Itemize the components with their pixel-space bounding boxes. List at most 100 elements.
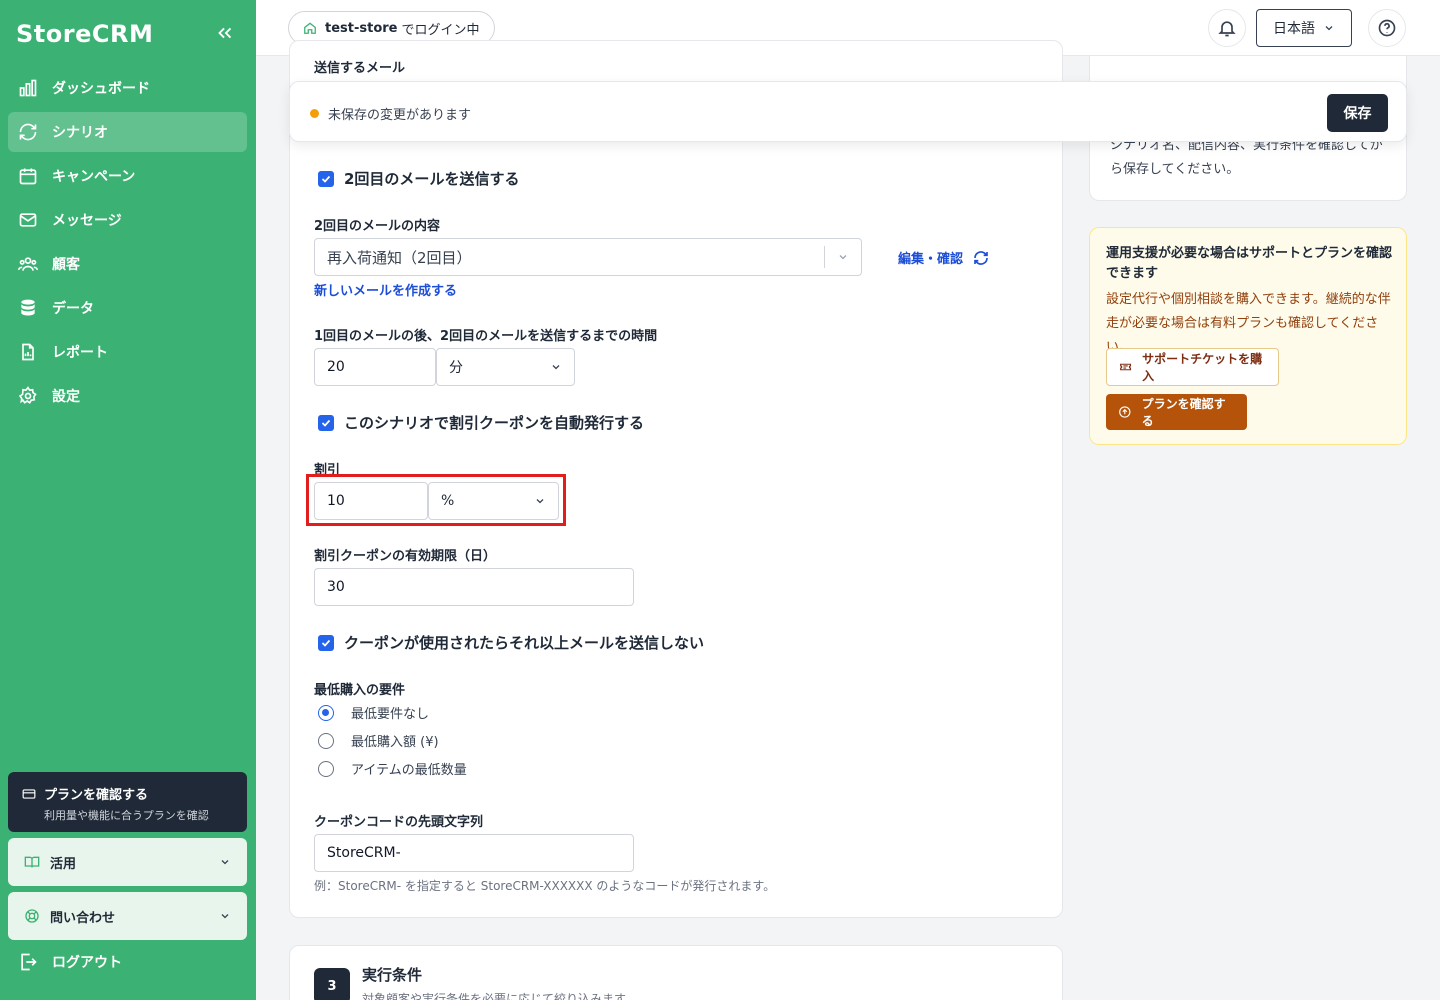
logout-icon [21,953,37,971]
sidebar-item-label: 顧客 [52,257,80,273]
sidebar-plan-card[interactable]: プランを確認する 利用量や機能に合うプランを確認 [8,772,247,832]
sidebar-contact-label: 問い合わせ [50,910,116,926]
radio-button[interactable] [318,732,334,749]
sidebar-item-label: メッセージ [52,213,122,229]
delay-unit-value: 分 [449,360,463,376]
mail-icon [19,213,37,227]
bar-chart-icon [19,79,37,97]
calendar-icon [19,168,37,185]
delay-label: 1回目のメールの後、2回目のメールを送信するまでの時間 [314,329,658,344]
radio-button[interactable] [318,760,334,777]
chevron-down-icon [839,255,847,260]
second-mail-checkbox[interactable] [318,170,334,187]
arrow-up-circle-icon [1119,406,1131,418]
validity-input[interactable]: 30 [314,568,634,606]
second-mail-checkbox-label: 2回目のメールを送信する [344,170,520,188]
chevron-down-icon [221,914,229,919]
second-mail-select[interactable]: 再入荷通知（2回目） [314,238,862,276]
coupon-checkbox-row[interactable]: このシナリオで割引クーポンを自動発行する [318,412,644,433]
radio-label: アイテムの最低数量 [351,763,467,778]
sidebar-item-customers[interactable]: 顧客 [8,244,247,284]
sidebar-item-label: シナリオ [52,125,108,141]
chevron-down-icon [1325,26,1333,31]
second-mail-checkbox-row[interactable]: 2回目のメールを送信する [318,168,519,189]
create-new-mail-link[interactable]: 新しいメールを作成する [314,280,457,299]
unsaved-changes-bar: 未保存の変更があります 保存 [289,81,1407,142]
coupon-checkbox[interactable] [318,414,334,431]
radio-button[interactable] [318,704,334,721]
sidebar-item-message[interactable]: メッセージ [8,200,247,240]
database-icon [21,299,35,316]
sidebar-item-label: レポート [52,345,108,361]
lifebuoy-icon [25,909,39,923]
execution-conditions-card: 3 実行条件 対象顧客や実行条件を必要に応じて絞り込みます [289,945,1063,1000]
sidebar-usage-accordion[interactable]: 活用 [8,838,247,886]
book-icon [24,856,40,868]
logout-button[interactable]: ログアウト [18,952,122,972]
sidebar-plan-title-row: プランを確認する [22,784,233,803]
sidebar-item-label: データ [52,301,94,317]
sidebar-plan-subtitle: 利用量や機能に合うプランを確認 [44,809,209,822]
select-divider [824,246,825,268]
prefix-hint: 例：StoreCRM- を指定すると StoreCRM-XXXXXX のようなコ… [314,879,776,893]
delay-input[interactable]: 20 [314,348,436,386]
send-mail-label: 送信するメール [314,61,406,76]
save-button[interactable]: 保存 [1327,94,1388,132]
help-button[interactable] [1368,9,1406,47]
radio-label: 最低要件なし [351,707,430,722]
report-icon [22,343,34,361]
min-purchase-label: 最低購入の要件 [314,683,406,698]
section-title: 実行条件 [362,966,423,984]
help-icon [1378,19,1396,37]
language-select[interactable]: 日本語 [1256,9,1352,47]
sidebar-item-campaign[interactable]: キャンペーン [8,156,247,196]
notifications-button[interactable] [1208,9,1246,47]
app-logo[interactable]: StoreCRM [16,20,153,48]
check-plan-button[interactable]: プランを確認する [1106,394,1247,430]
check-icon [321,419,331,427]
sidebar-contact-accordion[interactable]: 問い合わせ [8,892,247,940]
second-mail-select-value: 再入荷通知（2回目） [327,248,472,267]
sidebar-item-label: 設定 [52,389,80,405]
highlight-box [306,474,566,526]
sidebar-usage-label: 活用 [50,856,77,872]
logout-label: ログアウト [52,955,122,971]
sidebar-item-report[interactable]: レポート [8,332,247,372]
radio-label: 最低購入額 (¥) [351,735,439,750]
sidebar-nav: ダッシュボード シナリオ キャンペーン メッセージ 顧客 データ レポート 設定 [8,68,247,420]
section-subtitle: 対象顧客や実行条件を必要に応じて絞り込みます [362,992,627,1000]
coupon-checkbox-label: このシナリオで割引クーポンを自動発行する [344,414,645,432]
store-name: test-store [325,20,398,36]
home-icon [304,22,316,34]
min-option-quantity[interactable]: アイテムの最低数量 [318,759,467,778]
support-title: 運用支援が必要な場合はサポートとプランを確認できます [1106,246,1393,281]
min-option-amount[interactable]: 最低購入額 (¥) [318,731,439,750]
chevron-down-icon [221,860,229,865]
edit-confirm-label: 編集・確認 [898,252,964,267]
check-icon [321,175,331,183]
sidebar-item-data[interactable]: データ [8,288,247,328]
ticket-button-label: サポートチケットを購入 [1142,352,1263,383]
users-icon [18,257,38,271]
ticket-icon [1120,363,1132,371]
stop-mail-checkbox[interactable] [318,634,334,651]
collapse-sidebar-icon[interactable] [214,22,236,44]
sidebar-item-scenario[interactable]: シナリオ [8,112,247,152]
bell-icon [1218,21,1236,37]
validity-label: 割引クーポンの有効期限（日） [314,549,497,564]
second-mail-content-label: 2回目のメールの内容 [314,219,441,234]
sidebar-item-dashboard[interactable]: ダッシュボード [8,68,247,108]
sidebar: StoreCRM ダッシュボード シナリオ キャンペーン メッセージ 顧客 デー… [0,0,256,1000]
delay-unit-select[interactable]: 分 [436,348,575,386]
prefix-input[interactable]: StoreCRM- [314,834,634,872]
min-option-none[interactable]: 最低要件なし [318,703,429,722]
check-icon [321,639,331,647]
sidebar-item-label: キャンペーン [52,169,136,185]
edit-confirm-link[interactable]: 編集・確認 [898,248,989,267]
unsaved-message: 未保存の変更があります [328,108,472,123]
buy-support-ticket-button[interactable]: サポートチケットを購入 [1106,348,1279,386]
refresh-icon[interactable] [973,250,989,266]
sidebar-item-label: ダッシュボード [52,81,150,97]
sidebar-item-settings[interactable]: 設定 [8,376,247,416]
stop-mail-checkbox-row[interactable]: クーポンが使用されたらそれ以上メールを送信しない [318,632,704,653]
